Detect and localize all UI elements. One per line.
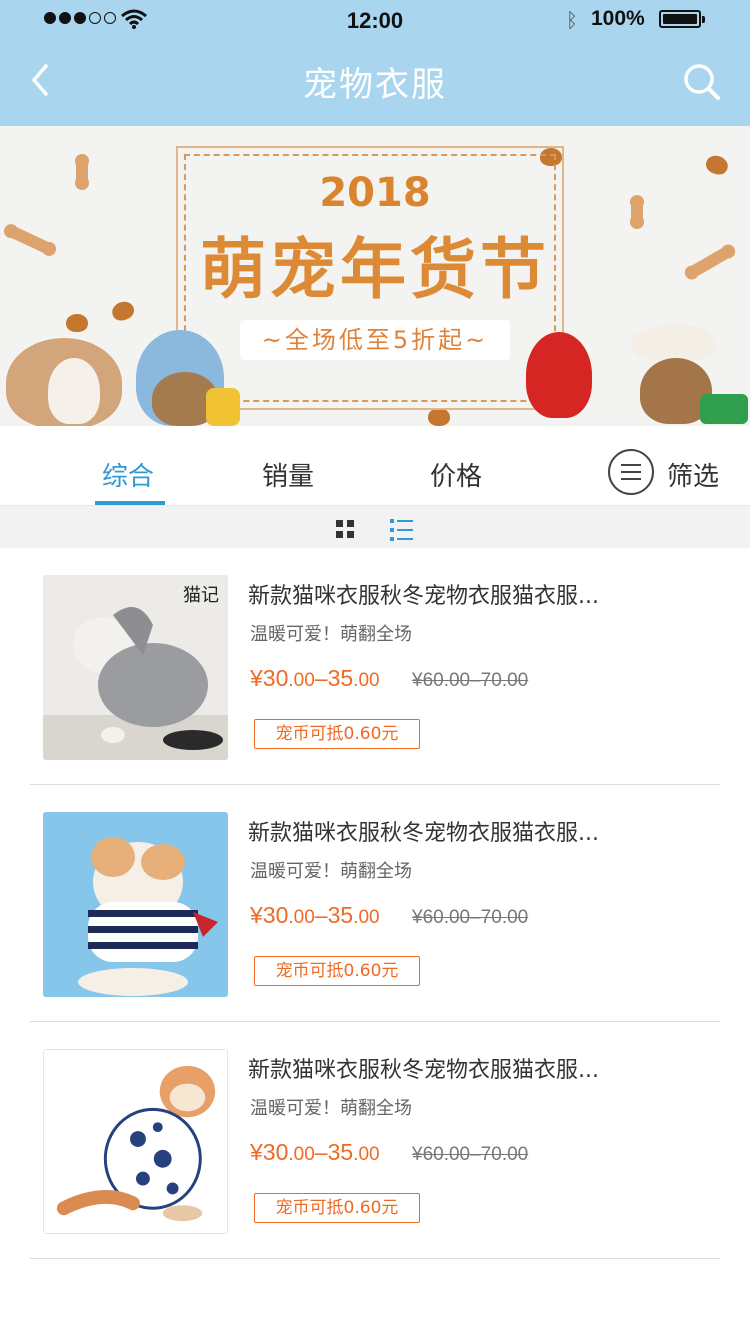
cat-porcelain-coat-illustration [44,1050,227,1233]
bluetooth-icon: ᛒ [566,8,578,32]
paw-print-icon [66,314,88,332]
product-title[interactable]: 新款猫咪衣服秋冬宠物衣服猫衣服... [248,578,599,610]
original-price: ¥60.00–70.00 [412,1144,529,1165]
bottle-image [206,388,240,426]
filter-button[interactable]: 筛选 [667,456,719,493]
product-item[interactable]: 新款猫咪衣服秋冬宠物衣服猫衣服... 温暖可爱！萌翻全场 ¥30.00–35.0… [0,785,750,1022]
cat-striped-shirt-illustration [43,812,228,997]
view-toggle-bar [0,506,750,548]
banner-headline: 萌宠年货节 [200,231,550,308]
status-bar: 12:00 ᛒ 100% [0,0,750,40]
battery-icon [659,10,705,28]
active-tab-indicator [95,501,165,505]
product-image[interactable] [43,812,228,997]
battery-percentage: 100% [591,7,645,30]
promo-banner[interactable]: 2018 萌宠年货节 ~全场低至5折起~ [0,126,750,426]
product-price: ¥30.00–35.00 [250,665,380,691]
coin-discount-badge: 宠币可抵0.60元 [254,956,420,986]
tab-sales[interactable]: 销量 [262,456,314,493]
dog-face [48,358,100,424]
brand-watermark: 猫记 [183,585,219,606]
product-subtitle: 温暖可爱！萌翻全场 [250,624,412,645]
coin-discount-badge: 宠币可抵0.60元 [254,1193,420,1223]
sort-tabs: 综合 销量 价格 筛选 [0,440,750,506]
hat-image [632,324,716,362]
page-title: 宠物衣服 [303,65,447,105]
tab-comprehensive[interactable]: 综合 [102,456,154,493]
navigation-bar: 宠物衣服 [0,40,750,126]
original-price: ¥60.00–70.00 [412,907,529,928]
product-title[interactable]: 新款猫咪衣服秋冬宠物衣服猫衣服... [248,815,599,847]
product-subtitle: 温暖可爱！萌翻全场 [250,861,412,882]
top-bar: 12:00 ᛒ 100% 宠物衣服 [0,0,750,126]
coin-discount-badge: 宠币可抵0.60元 [254,719,420,749]
product-price: ¥30.00–35.00 [250,902,380,928]
banner-tagline: ~全场低至5折起~ [240,320,510,360]
product-item[interactable]: 猫记 新款猫咪衣服秋冬宠物衣服猫衣服... 温暖可爱！萌翻全场 ¥30.00–3… [0,548,750,785]
paw-print-icon [428,408,450,426]
grid-view-icon[interactable] [336,520,356,540]
search-icon[interactable] [680,60,724,104]
tab-price[interactable]: 价格 [430,456,482,493]
original-price: ¥60.00–70.00 [412,670,529,691]
product-title[interactable]: 新款猫咪衣服秋冬宠物衣服猫衣服... [248,1052,599,1084]
product-subtitle: 温暖可爱！萌翻全场 [250,1098,412,1119]
dog-red-scarf-image [526,332,592,418]
product-image[interactable]: 猫记 [43,575,228,760]
filter-icon[interactable] [608,449,654,495]
banner-year: 2018 [319,170,431,216]
gift-image [700,394,748,424]
divider [30,1258,720,1259]
product-price: ¥30.00–35.00 [250,1139,380,1165]
product-item[interactable]: 新款猫咪衣服秋冬宠物衣服猫衣服... 温暖可爱！萌翻全场 ¥30.00–35.0… [0,1022,750,1259]
product-image[interactable] [43,1049,228,1234]
list-view-icon[interactable] [390,519,414,541]
